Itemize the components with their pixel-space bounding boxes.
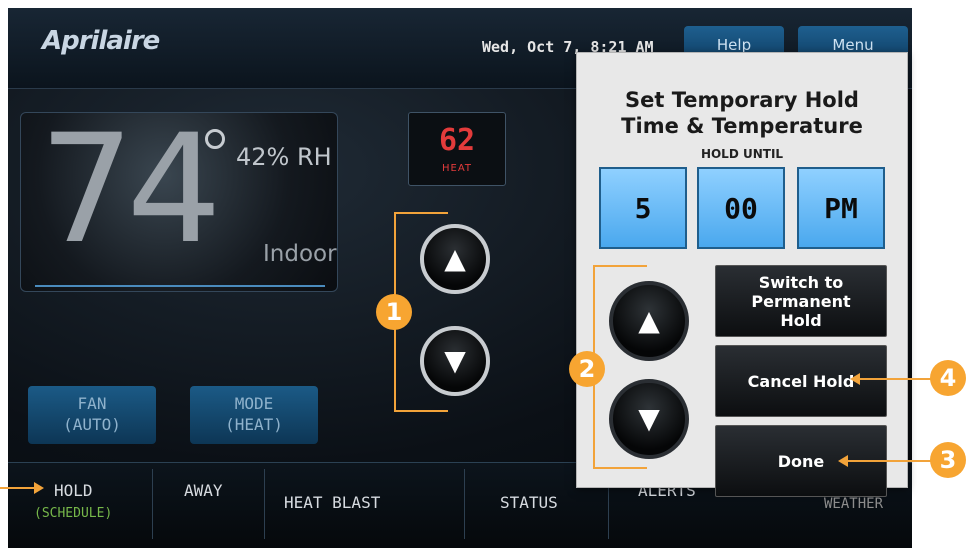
hold-until-label: HOLD UNTIL (700, 147, 784, 161)
triangle-up-icon: ▲ (638, 304, 660, 337)
setpoint-display: 62 HEAT (408, 112, 506, 186)
setpoint-value: 62 (438, 123, 476, 158)
hold-dialog-title-line2: Time & Temperature (621, 114, 863, 138)
humidity-readout: 42% RH (236, 143, 332, 171)
indoor-underline (35, 285, 325, 287)
tab-hold-sub: (SCHEDULE) (34, 506, 113, 521)
tab-heat-blast[interactable]: HEAT BLAST (284, 493, 380, 512)
callout-4-arrow (856, 378, 932, 380)
tab-hold[interactable]: HOLD (SCHEDULE) (34, 481, 112, 521)
hold-ampm-field[interactable]: PM (797, 167, 885, 249)
hold-dialog: Set Temporary Hold Time & Temperature HO… (569, 52, 908, 497)
callout-3-arrow (844, 460, 932, 462)
callout-4-arrowhead (850, 373, 860, 385)
callout-2-marker: 2 (569, 351, 605, 387)
callout-1-marker: 1 (376, 294, 412, 330)
callout-hold-arrowhead (34, 482, 44, 494)
callout-3-arrowhead (838, 455, 848, 467)
triangle-down-icon: ▼ (638, 402, 660, 435)
switch-label-line2: Permanent (751, 291, 851, 311)
callout-hold-arrow (0, 487, 34, 489)
switch-label-line3: Hold (780, 310, 822, 330)
brand-logo: Aprilaire (42, 26, 160, 56)
fan-state: (AUTO) (63, 415, 121, 434)
tab-away[interactable]: AWAY (184, 481, 223, 500)
tab-weather[interactable]: WEATHER (824, 496, 883, 512)
tab-hold-label: HOLD (54, 481, 93, 500)
switch-to-permanent-hold-button[interactable]: Switch to Permanent Hold (715, 265, 887, 337)
degree-symbol-icon (205, 129, 225, 149)
callout-4-marker: 4 (930, 360, 966, 396)
hold-dialog-title-line1: Set Temporary Hold (625, 88, 859, 112)
cancel-hold-button[interactable]: Cancel Hold (715, 345, 887, 417)
mode-label: MODE (234, 394, 274, 413)
indoor-label: Indoor (263, 241, 337, 267)
hold-down-button[interactable]: ▼ (609, 379, 689, 459)
tab-divider (264, 469, 265, 539)
mode-state: (HEAT) (225, 415, 283, 434)
hold-up-button[interactable]: ▲ (609, 281, 689, 361)
hold-dialog-title: Set Temporary Hold Time & Temperature (577, 87, 907, 139)
tab-status[interactable]: STATUS (500, 493, 558, 512)
fan-label: FAN (77, 394, 107, 413)
fan-button[interactable]: FAN (AUTO) (28, 386, 156, 444)
indoor-temperature-panel: 74 42% RH Indoor (20, 103, 338, 292)
callout-3-marker: 3 (930, 442, 966, 478)
indoor-temperature: 74 (39, 103, 222, 277)
switch-label-line1: Switch to (758, 272, 844, 292)
mode-button[interactable]: MODE (HEAT) (190, 386, 318, 444)
setpoint-mode: HEAT (441, 163, 472, 174)
tab-divider (152, 469, 153, 539)
hold-minute-field[interactable]: 00 (697, 167, 785, 249)
hold-hour-field[interactable]: 5 (599, 167, 687, 249)
tab-divider (464, 469, 465, 539)
